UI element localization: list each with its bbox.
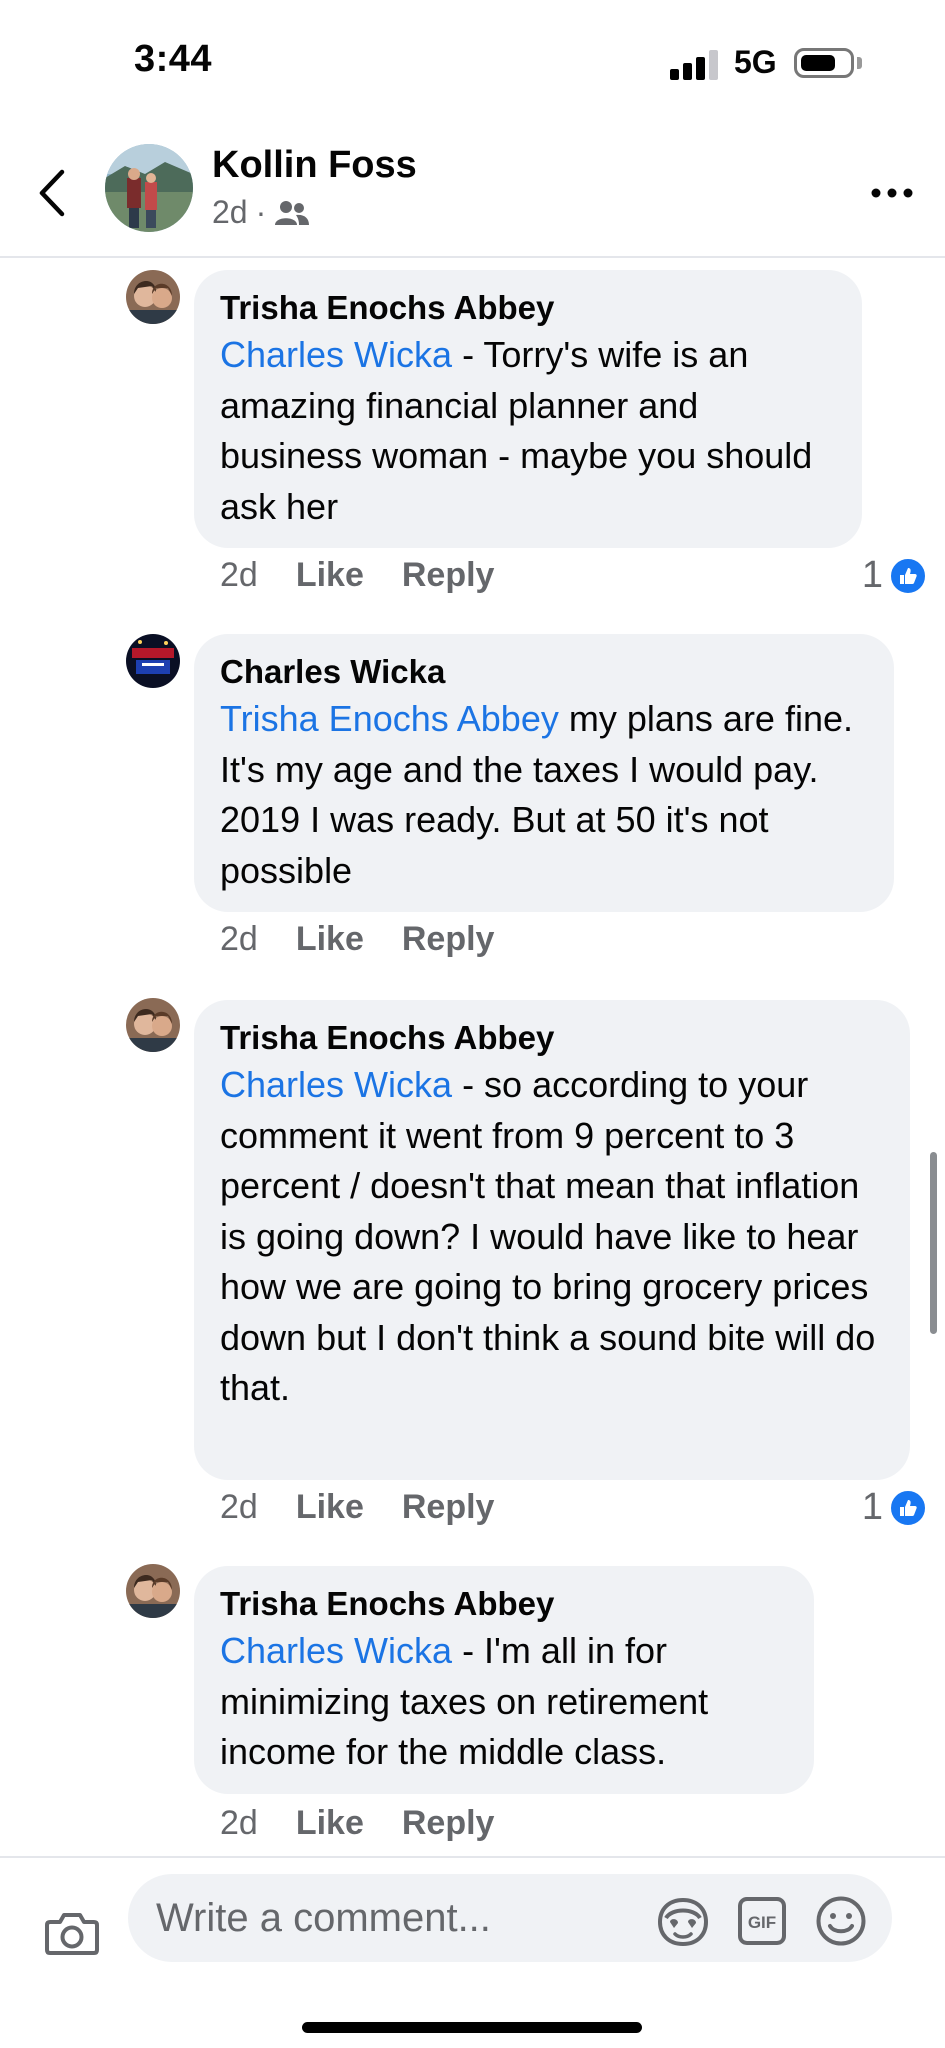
- mention-link[interactable]: Charles Wicka: [220, 1064, 452, 1105]
- mention-link[interactable]: Charles Wicka: [220, 1630, 452, 1671]
- comment-bubble[interactable]: Trisha Enochs Abbey Charles Wicka - so a…: [194, 1000, 910, 1480]
- signal-icon: [670, 50, 722, 80]
- comment-actions: 2d Like Reply: [220, 920, 494, 959]
- commenter-avatar[interactable]: [126, 998, 180, 1052]
- author-avatar[interactable]: [105, 144, 193, 232]
- reaction-summary[interactable]: 1: [862, 1486, 927, 1529]
- comment-actions: 2d Like Reply: [220, 1804, 494, 1843]
- reply-button[interactable]: Reply: [402, 920, 495, 959]
- like-button[interactable]: Like: [296, 920, 364, 959]
- post-time: 2d: [212, 194, 248, 230]
- comment-actions: 2d Like Reply: [220, 556, 494, 595]
- comment-bubble[interactable]: Trisha Enochs Abbey Charles Wicka - Torr…: [194, 270, 862, 548]
- reply-button[interactable]: Reply: [402, 1488, 495, 1527]
- post-author-name[interactable]: Kollin Foss: [212, 144, 417, 187]
- thumbs-up-icon: [889, 1488, 927, 1527]
- commenter-avatar[interactable]: [126, 634, 180, 688]
- comment-text: Charles Wicka - Torry's wife is an amazi…: [220, 334, 813, 527]
- avatar-sticker-icon[interactable]: [656, 1896, 710, 1948]
- comment-composer: Write a comment... GIF: [0, 1856, 945, 2048]
- smiley-icon[interactable]: [815, 1895, 867, 1947]
- gif-button[interactable]: GIF: [737, 1896, 787, 1946]
- post-header: Kollin Foss 2d ·: [0, 128, 945, 258]
- comment-time: 2d: [220, 556, 258, 594]
- comment-time: 2d: [220, 920, 258, 958]
- meta-separator: ·: [255, 194, 267, 230]
- mention-link[interactable]: Trisha Enochs Abbey: [220, 698, 559, 739]
- comment-time: 2d: [220, 1804, 258, 1842]
- comment-author[interactable]: Trisha Enochs Abbey: [220, 286, 836, 330]
- comment-bubble[interactable]: Charles Wicka Trisha Enochs Abbey my pla…: [194, 634, 894, 912]
- thumbs-up-icon: [889, 556, 927, 595]
- status-bar: 3:44 5G: [0, 0, 945, 128]
- status-time: 3:44: [134, 38, 213, 80]
- reply-button[interactable]: Reply: [402, 1804, 495, 1843]
- like-button[interactable]: Like: [296, 556, 364, 595]
- battery-icon: [794, 48, 854, 78]
- comment-text: Charles Wicka - so according to your com…: [220, 1064, 876, 1408]
- battery-cap: [857, 57, 862, 69]
- network-label: 5G: [734, 44, 777, 80]
- commenter-avatar[interactable]: [126, 270, 180, 324]
- comment-placeholder: Write a comment...: [156, 1895, 491, 1940]
- reaction-summary[interactable]: 1: [862, 554, 927, 597]
- comment-time: 2d: [220, 1488, 258, 1526]
- reaction-count: 1: [861, 1486, 883, 1528]
- comment-bubble[interactable]: Trisha Enochs Abbey Charles Wicka - I'm …: [194, 1566, 814, 1794]
- post-meta: 2d ·: [212, 194, 310, 231]
- comment-text: Charles Wicka - I'm all in for minimizin…: [220, 1630, 709, 1772]
- home-indicator[interactable]: [302, 2022, 642, 2033]
- comment-author[interactable]: Trisha Enochs Abbey: [220, 1582, 788, 1626]
- friends-icon: [275, 200, 310, 225]
- commenter-avatar[interactable]: [126, 1564, 180, 1618]
- reaction-count: 1: [861, 554, 883, 596]
- more-horizontal-icon[interactable]: [868, 178, 916, 208]
- comment-author[interactable]: Charles Wicka: [220, 650, 868, 694]
- comment-text: Trisha Enochs Abbey my plans are fine. I…: [220, 698, 853, 891]
- gif-label: GIF: [748, 1913, 776, 1932]
- mention-link[interactable]: Charles Wicka: [220, 334, 452, 375]
- comment-actions: 2d Like Reply: [220, 1488, 494, 1527]
- camera-icon[interactable]: [44, 1910, 100, 1956]
- comment-author[interactable]: Trisha Enochs Abbey: [220, 1016, 884, 1060]
- like-button[interactable]: Like: [296, 1804, 364, 1843]
- chevron-left-icon[interactable]: [30, 164, 78, 222]
- scrollbar[interactable]: [930, 1152, 937, 1334]
- like-button[interactable]: Like: [296, 1488, 364, 1527]
- reply-button[interactable]: Reply: [402, 556, 495, 595]
